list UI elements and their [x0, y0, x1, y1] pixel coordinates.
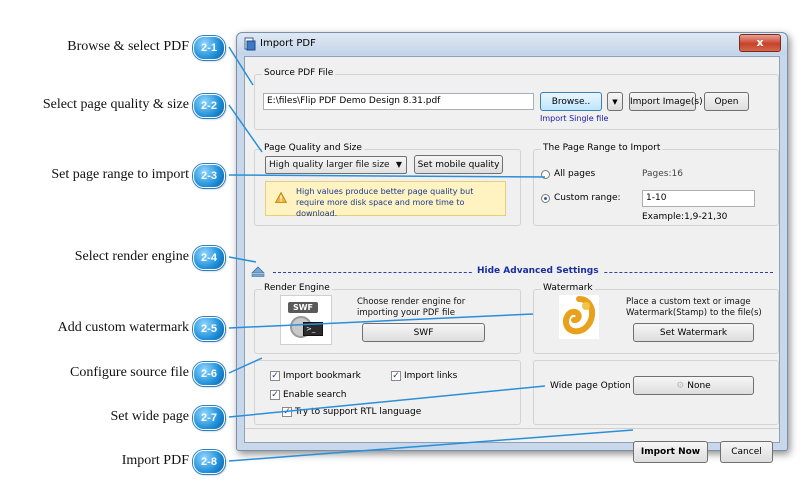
collapse-up-icon — [251, 266, 265, 277]
stamp-icon — [562, 296, 596, 335]
callout-label: Browse & select PDF — [67, 39, 189, 54]
custom-range-radio[interactable] — [541, 194, 550, 203]
callout-wide: Set wide page 2-7 — [0, 406, 229, 430]
callout-badge: 2-4 — [193, 246, 225, 270]
cancel-button[interactable]: Cancel — [720, 441, 773, 463]
set-watermark-button[interactable]: Set Watermark — [633, 323, 754, 342]
callout-badge: 2-5 — [193, 317, 225, 341]
render-engine-title: Render Engine — [262, 283, 332, 293]
import-now-button[interactable]: Import Now — [633, 441, 708, 463]
import-links-label: Import links — [404, 371, 458, 381]
callout-badge: 2-8 — [193, 450, 225, 474]
page-quality-title: Page Quality and Size — [262, 143, 364, 153]
hide-advanced-settings-label[interactable]: Hide Advanced Settings — [473, 266, 603, 276]
browse-button[interactable]: Browse.. — [540, 92, 602, 111]
callout-browse: Browse & select PDF 2-1 — [0, 36, 229, 60]
callout-watermark: Add custom watermark 2-5 — [0, 317, 229, 341]
all-pages-radio[interactable] — [541, 170, 550, 179]
swf-engine-button[interactable]: SWF — [362, 323, 485, 342]
custom-range-label: Custom range: — [554, 193, 621, 203]
browse-dropdown-button[interactable]: ▼ — [607, 92, 623, 111]
callout-range: Set page range to import 2-3 — [0, 164, 229, 188]
callout-badge: 2-2 — [193, 94, 225, 118]
render-engine-description: Choose render engine for importing your … — [357, 297, 466, 318]
rtl-checkbox[interactable]: ✓ — [282, 407, 292, 417]
callout-badge: 2-6 — [193, 362, 225, 386]
import-bookmark-label: Import bookmark — [283, 371, 361, 381]
watermark-title: Watermark — [541, 283, 595, 293]
set-mobile-quality-button[interactable]: Set mobile quality — [414, 155, 503, 174]
callout-badge: 2-1 — [193, 36, 225, 60]
close-icon: x — [756, 36, 764, 49]
quality-select[interactable]: High quality larger file size ▼ — [265, 156, 407, 174]
callout-quality: Select page quality & size 2-2 — [0, 94, 229, 118]
all-pages-label: All pages — [554, 169, 596, 179]
callout-source: Configure source file 2-6 — [0, 362, 229, 386]
pdf-path-text: E:\files\Flip PDF Demo Design 8.31.pdf — [267, 96, 441, 106]
import-images-button[interactable]: Import Image(s) — [629, 92, 703, 111]
callout-import: Import PDF 2-8 — [0, 450, 229, 474]
swf-engine-icon: SWF >_ — [280, 295, 332, 345]
callout-label: Add custom watermark — [57, 320, 189, 335]
footer-divider — [245, 428, 779, 429]
enable-search-checkbox[interactable]: ✓ — [270, 390, 280, 400]
swf-icon-label: SWF — [288, 302, 318, 313]
callout-label: Configure source file — [70, 365, 189, 380]
quality-warning-box: High values produce better page quality … — [265, 181, 506, 218]
source-pdf-title: Source PDF File — [262, 68, 336, 78]
quality-select-value: High quality larger file size — [269, 160, 390, 170]
terminal-icon: >_ — [303, 322, 323, 336]
watermark-description: Place a custom text or image Watermark(S… — [626, 297, 762, 318]
watermark-stamp-icon — [559, 295, 599, 339]
callout-label: Select page quality & size — [42, 97, 189, 112]
quality-warning-text: High values produce better page quality … — [296, 187, 474, 218]
import-single-file-link[interactable]: Import Single file — [540, 114, 608, 123]
title-bar[interactable]: Import PDF x — [237, 33, 787, 55]
chevron-down-icon: ▼ — [395, 160, 402, 169]
pages-count: Pages:16 — [642, 169, 683, 179]
callout-label: Set wide page — [110, 409, 189, 424]
wide-page-label: Wide page Option — [550, 381, 631, 391]
wide-page-value: None — [687, 381, 711, 391]
page-range-title: The Page Range to Import — [541, 143, 663, 153]
open-button[interactable]: Open — [704, 92, 749, 111]
import-links-checkbox[interactable]: ✓ — [391, 371, 401, 381]
app-icon — [244, 37, 256, 51]
callout-label: Set page range to import — [51, 167, 189, 182]
pdf-path-input[interactable]: E:\files\Flip PDF Demo Design 8.31.pdf — [263, 93, 534, 110]
range-example: Example:1,9-21,30 — [642, 212, 728, 222]
rtl-label: Try to support RTL language — [295, 407, 422, 417]
custom-range-value: 1-10 — [646, 193, 667, 203]
callout-render: Select render engine 2-4 — [0, 246, 229, 270]
wide-page-option-button[interactable]: ⚙ None — [633, 376, 754, 395]
custom-range-input[interactable]: 1-10 — [642, 190, 755, 207]
import-pdf-window: Import PDF x Source PDF File E:\files\Fl… — [236, 32, 788, 463]
callout-label: Select render engine — [74, 249, 189, 264]
import-bookmark-checkbox[interactable]: ✓ — [270, 371, 280, 381]
chevron-down-icon: ▼ — [612, 98, 618, 106]
close-button[interactable]: x — [739, 34, 781, 52]
warning-icon — [275, 192, 287, 203]
callout-label: Import PDF — [121, 453, 189, 468]
gear-icon: ⚙ — [676, 381, 685, 391]
dialog-body: Source PDF File E:\files\Flip PDF Demo D… — [244, 56, 780, 463]
enable-search-label: Enable search — [283, 390, 347, 400]
callout-badge: 2-3 — [193, 164, 225, 188]
window-title: Import PDF — [260, 38, 316, 49]
advanced-settings-toggle[interactable]: Hide Advanced Settings — [251, 266, 773, 278]
callout-badge: 2-7 — [193, 406, 225, 430]
